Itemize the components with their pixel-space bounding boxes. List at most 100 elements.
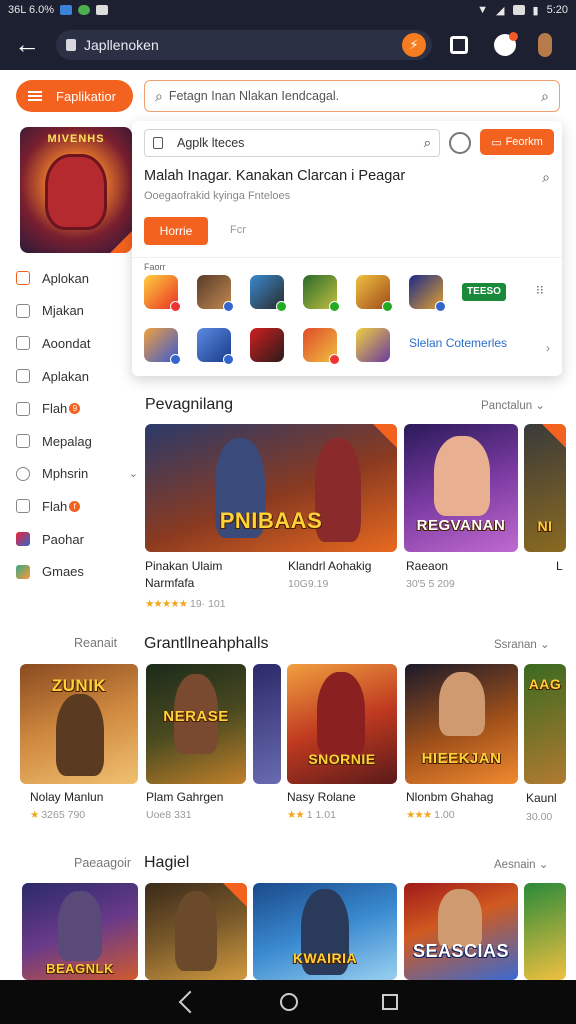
game-tile[interactable] bbox=[253, 664, 281, 784]
recents-nav-icon[interactable] bbox=[382, 994, 398, 1010]
profile-avatar[interactable] bbox=[538, 33, 552, 57]
sidebar-item-label: Mjakan bbox=[42, 303, 84, 319]
game-tile[interactable]: AAG bbox=[524, 664, 566, 784]
game-caption: Nlonbm Ghahag bbox=[406, 790, 494, 804]
game-caption: Pinakan Ulaim Narmfafa bbox=[145, 559, 223, 590]
app-tile-icon[interactable] bbox=[197, 275, 234, 312]
menu-button[interactable]: Faplikatior bbox=[16, 80, 133, 112]
message-icon bbox=[96, 5, 109, 15]
extension-icon[interactable] bbox=[494, 32, 518, 56]
more-options-icon[interactable]: ⁝⁝ bbox=[536, 283, 544, 297]
chevron-down-icon: ⌄ bbox=[128, 468, 138, 481]
section-more-link[interactable]: Aesnain ⌄ bbox=[494, 857, 548, 871]
sidebar-item-aplokan[interactable]: Aplokan bbox=[16, 262, 138, 295]
game-meta: 10G9.19 bbox=[288, 578, 329, 590]
list-icon bbox=[16, 434, 30, 449]
notification-icon bbox=[512, 5, 525, 15]
back-nav-icon[interactable] bbox=[178, 990, 202, 1014]
game-tile[interactable]: REGVANAN bbox=[404, 424, 518, 552]
game-caption: Nasy Rolane bbox=[287, 790, 356, 804]
promo-banner[interactable]: MIVENHS bbox=[20, 127, 132, 253]
game-rating: ★★★ 1.00 bbox=[406, 809, 455, 821]
home-button[interactable]: Horrie bbox=[144, 217, 208, 245]
tile-title: BEAGNLK bbox=[46, 961, 114, 976]
chevron-right-icon[interactable]: › bbox=[546, 341, 550, 355]
game-tile[interactable] bbox=[524, 883, 566, 980]
game-tile[interactable]: ZUNIK bbox=[20, 664, 138, 784]
game-tile[interactable]: KWAIRIA bbox=[253, 883, 397, 980]
system-nav-bar bbox=[0, 980, 576, 1024]
game-tile[interactable] bbox=[145, 883, 247, 980]
see-more-link[interactable]: Slelan Cotemerles bbox=[409, 336, 507, 350]
dropdown-action-button[interactable]: ▭ Feorkm bbox=[480, 129, 554, 155]
section-more-link[interactable]: Ssranan ⌄ bbox=[494, 637, 550, 651]
sidebar-item-label: Mphsrin bbox=[42, 466, 89, 482]
sidebar-item-paohar[interactable]: Paohar bbox=[16, 523, 138, 556]
suggested-apps-row bbox=[144, 328, 390, 365]
character-figure bbox=[317, 672, 365, 756]
label-badge[interactable]: TEESO bbox=[462, 283, 506, 301]
app-tile-icon[interactable] bbox=[197, 328, 234, 365]
game-tile[interactable]: BEAGNLK bbox=[22, 883, 138, 980]
sidebar-item-mepalag[interactable]: Mepalag bbox=[16, 425, 138, 458]
tile-title: NI bbox=[537, 518, 553, 535]
app-tile-icon[interactable] bbox=[356, 275, 393, 312]
sidebar-item-label: Flah bbox=[42, 401, 68, 417]
sidebar-item-mphsrin[interactable]: Mphsrin ⌄ bbox=[16, 458, 138, 491]
rating-text: 1.00 bbox=[434, 809, 455, 821]
search-dropdown: Agplk lteces ⌕ ▭ Feorkm Malah Inagar. Ka… bbox=[132, 121, 562, 376]
sidebar-item-aplakan[interactable]: Aplakan bbox=[16, 360, 138, 393]
game-tile[interactable]: HIEEKJAN bbox=[405, 664, 518, 784]
close-icon[interactable]: ⌕ bbox=[542, 169, 550, 186]
character-figure bbox=[56, 694, 104, 776]
app-tile-icon[interactable] bbox=[303, 328, 340, 365]
game-meta: 30.00 bbox=[526, 811, 553, 823]
signal-icon: ◢ bbox=[496, 4, 505, 17]
game-tile[interactable]: NI bbox=[524, 424, 566, 552]
app-tile-icon[interactable] bbox=[250, 275, 287, 312]
app-tile-icon[interactable] bbox=[356, 328, 390, 362]
sidebar-item-aoondat[interactable]: Aoondat › bbox=[16, 327, 138, 360]
app-tile-icon[interactable] bbox=[409, 275, 446, 312]
section-title: Pevagnilang bbox=[145, 396, 234, 413]
back-arrow-icon[interactable]: ← bbox=[12, 30, 42, 60]
tabs-icon[interactable] bbox=[450, 36, 468, 54]
star-icons: ★★★ bbox=[406, 809, 432, 821]
game-tile[interactable]: SEASCIAS bbox=[404, 883, 518, 980]
game-rating: ★★ 1 1.01 bbox=[287, 809, 336, 821]
sidebar-item-label: Mepalag bbox=[42, 433, 92, 449]
alt-link[interactable]: Fcr bbox=[230, 224, 246, 236]
sidebar-item-flah-2[interactable]: Flah f bbox=[16, 490, 138, 523]
image-icon: ▭ bbox=[491, 136, 502, 149]
app-tile-icon[interactable] bbox=[144, 275, 181, 312]
character-figure bbox=[438, 889, 482, 949]
address-bar[interactable]: Japllenoken ⚡ bbox=[56, 30, 432, 60]
game-rating: ★ 3265 790 bbox=[30, 809, 85, 821]
game-tile[interactable]: SNORNIE bbox=[287, 664, 397, 784]
tile-title: SNORNIE bbox=[308, 751, 376, 768]
dropdown-search-input[interactable]: Agplk lteces ⌕ bbox=[144, 129, 440, 157]
app-tile-icon[interactable] bbox=[303, 275, 340, 312]
search-submit-icon[interactable]: ⌕ bbox=[541, 88, 549, 105]
section-more-link[interactable]: Panctalun ⌄ bbox=[481, 398, 545, 412]
dropdown-action-label: Feorkm bbox=[505, 136, 543, 148]
fire-icon[interactable]: ⚡ bbox=[402, 33, 426, 57]
app-tile-icon[interactable] bbox=[250, 328, 284, 362]
user-icon bbox=[16, 466, 30, 481]
notification-badge: f bbox=[69, 500, 81, 512]
search-icon: ⌕ bbox=[155, 87, 163, 104]
sidebar-item-mjakan[interactable]: Mjakan bbox=[16, 295, 138, 328]
featured-game-tile[interactable]: PNIBAAS bbox=[145, 424, 397, 552]
game-tile[interactable]: NERASE bbox=[146, 664, 246, 784]
home-nav-icon[interactable] bbox=[280, 993, 298, 1011]
search-icon[interactable]: ⌕ bbox=[424, 135, 431, 151]
game-caption: Klandrl Aohakig bbox=[288, 559, 372, 573]
sidebar-item-label: Aoondat bbox=[42, 335, 91, 351]
hamburger-icon bbox=[28, 91, 42, 101]
sidebar: Aplokan Mjakan Aoondat › Aplakan Flah 9 … bbox=[16, 262, 138, 588]
search-input[interactable]: ⌕ Fetagn Inan Nlakan Iendcagal. ⌕ bbox=[144, 80, 560, 112]
sidebar-item-flah[interactable]: Flah 9 bbox=[16, 392, 138, 425]
sidebar-item-gmaes[interactable]: Gmaes bbox=[16, 555, 138, 588]
app-tile-icon[interactable] bbox=[144, 328, 181, 365]
camera-icon[interactable] bbox=[449, 132, 471, 154]
